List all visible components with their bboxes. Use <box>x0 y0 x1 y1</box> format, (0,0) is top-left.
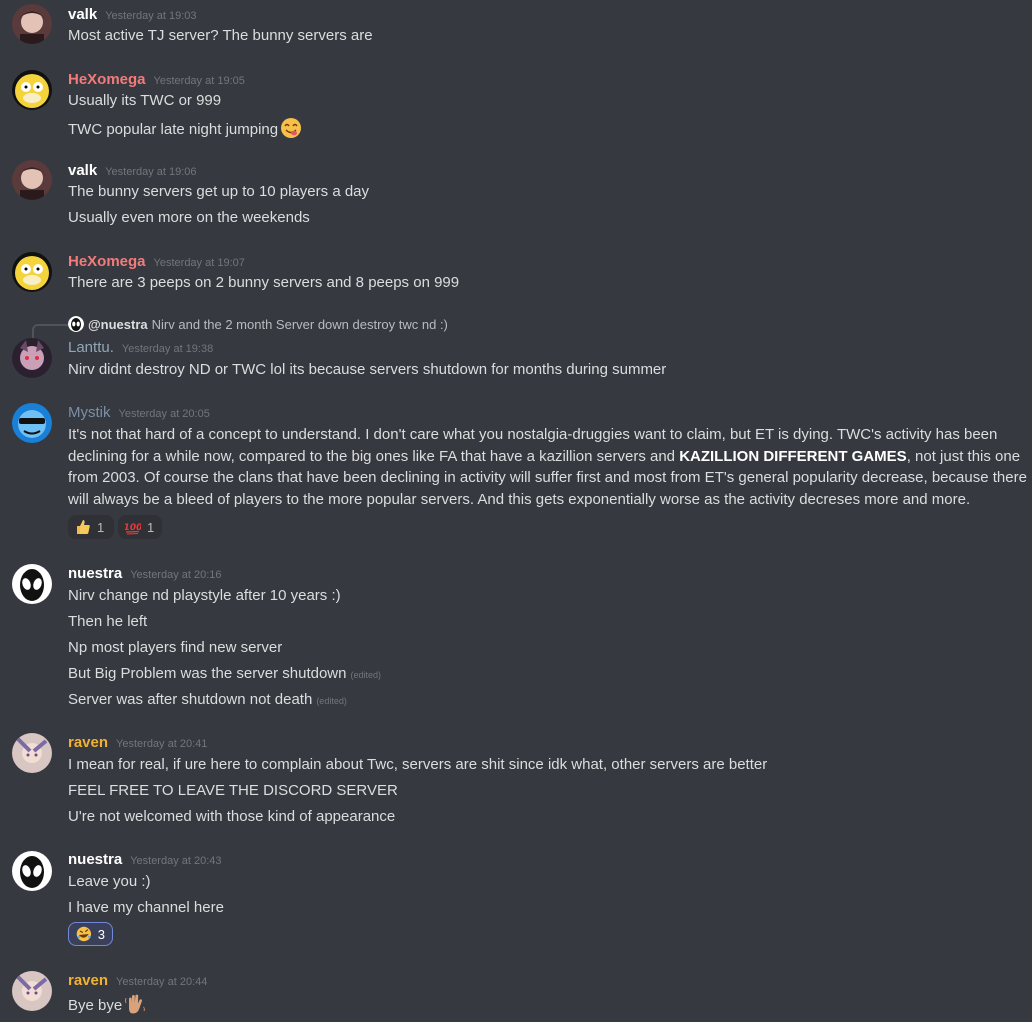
timestamp: Yesterday at 20:41 <box>116 738 208 750</box>
message-text: I have my channel here <box>68 899 224 916</box>
reply-preview[interactable]: @nuestra Nirv and the 2 month Server dow… <box>68 316 448 332</box>
hundred-points-icon: 100 <box>125 523 141 535</box>
reaction-thumbs-up[interactable]: 1 <box>68 515 114 539</box>
message-header: nuestra Yesterday at 20:16 <box>68 565 222 583</box>
timestamp: Yesterday at 20:05 <box>118 408 210 420</box>
edited-label: (edited) <box>350 670 381 680</box>
username[interactable]: valk <box>68 6 97 23</box>
timestamp: Yesterday at 19:07 <box>153 257 245 269</box>
message-text: It's not that hard of a concept to under… <box>68 424 1028 511</box>
message-text: FEEL FREE TO LEAVE THE DISCORD SERVER <box>68 782 398 799</box>
reply-connector <box>32 324 68 340</box>
username[interactable]: HeXomega <box>68 253 146 270</box>
message-text: Then he left <box>68 613 148 630</box>
message-text: TWC popular late night jumping <box>68 117 302 140</box>
message-text: I mean for real, if ure here to complain… <box>68 756 768 773</box>
message-text: Leave you :) <box>68 873 151 890</box>
message-text: Server was after shutdown not death (edit… <box>68 690 347 711</box>
message-text: Usually its TWC or 999 <box>68 92 222 109</box>
timestamp: Yesterday at 19:05 <box>153 75 245 87</box>
bold-text: KAZILLION DIFFERENT GAMES <box>679 447 907 465</box>
message-text: Np most players find new server <box>68 639 283 656</box>
avatar[interactable] <box>12 252 52 292</box>
timestamp: Yesterday at 19:06 <box>105 166 197 178</box>
message-header: raven Yesterday at 20:41 <box>68 734 207 752</box>
anime-character-avatar-icon <box>12 160 52 200</box>
reply-mention[interactable]: @nuestra <box>88 317 148 332</box>
message-text-content: Server was after shutdown not death <box>68 691 313 708</box>
anime-character-avatar-icon <box>12 4 52 44</box>
username[interactable]: raven <box>68 734 108 751</box>
message-text: U're not welcomed with those kind of app… <box>68 808 396 825</box>
username[interactable]: nuestra <box>68 851 122 868</box>
avatar[interactable] <box>12 70 52 110</box>
chat-message-list: valk Yesterday at 19:03 Most active TJ se… <box>0 0 1032 1022</box>
avatar[interactable] <box>12 160 52 200</box>
reply-text: Nirv and the 2 month Server down destroy… <box>151 316 448 332</box>
psyduck-avatar-icon <box>12 70 52 110</box>
message-text: Bye bye <box>68 993 146 1016</box>
timestamp: Yesterday at 20:16 <box>130 569 222 581</box>
reaction-rolling-laughing[interactable]: 3 <box>68 922 113 946</box>
message-text: Nirv didnt destroy ND or TWC lol its bec… <box>68 361 667 378</box>
username[interactable]: Lanttu. <box>68 339 114 356</box>
message-text: Usually even more on the weekends <box>68 209 310 226</box>
message-text: Most active TJ server? The bunny servers… <box>68 27 373 44</box>
message-header: raven Yesterday at 20:44 <box>68 972 207 990</box>
waving-hand-emoji-icon <box>124 993 146 1015</box>
anime-character-avatar-icon <box>12 971 52 1011</box>
avatar[interactable] <box>12 971 52 1011</box>
message-header: Mystik Yesterday at 20:05 <box>68 404 210 422</box>
reaction-count: 3 <box>97 926 105 942</box>
rolling-laughing-icon <box>76 926 92 942</box>
cool-face-sunglasses-avatar-icon <box>12 403 52 443</box>
timestamp: Yesterday at 20:43 <box>130 855 222 867</box>
message-text: But Big Problem was the server shutdown(… <box>68 664 381 685</box>
username[interactable]: nuestra <box>68 565 122 582</box>
alien-avatar-icon <box>12 851 52 891</box>
message-text: The bunny servers get up to 10 players a… <box>68 183 370 200</box>
timestamp: Yesterday at 19:03 <box>105 10 197 22</box>
message-header: nuestra Yesterday at 20:43 <box>68 851 222 869</box>
yum-face-emoji-icon <box>280 117 302 139</box>
reaction-hundred-points[interactable]: 100 1 <box>118 515 162 539</box>
avatar[interactable] <box>12 4 52 44</box>
username[interactable]: HeXomega <box>68 71 146 88</box>
anime-character-avatar-icon <box>12 733 52 773</box>
message-header: HeXomega Yesterday at 19:05 <box>68 71 245 89</box>
message-header: HeXomega Yesterday at 19:07 <box>68 253 245 271</box>
message-header: Lanttu. Yesterday at 19:38 <box>68 339 213 357</box>
username[interactable]: raven <box>68 972 108 989</box>
message-text: Nirv change nd playstyle after 10 years … <box>68 587 341 604</box>
message-text: There are 3 peeps on 2 bunny servers and… <box>68 274 460 291</box>
reaction-count: 1 <box>147 519 155 535</box>
username[interactable]: valk <box>68 162 97 179</box>
message-header: valk Yesterday at 19:03 <box>68 6 197 24</box>
avatar[interactable] <box>12 733 52 773</box>
alien-avatar-icon <box>12 564 52 604</box>
anime-character-avatar-icon <box>12 338 52 378</box>
alien-avatar-icon <box>68 316 84 332</box>
message-header: valk Yesterday at 19:06 <box>68 162 197 180</box>
message-text-content: But Big Problem was the server shutdown <box>68 665 347 682</box>
avatar[interactable] <box>12 338 52 378</box>
edited-label: (edited) <box>316 696 347 706</box>
reaction-count: 1 <box>97 519 105 535</box>
avatar[interactable] <box>12 564 52 604</box>
username[interactable]: Mystik <box>68 404 111 421</box>
psyduck-avatar-icon <box>12 252 52 292</box>
avatar[interactable] <box>12 403 52 443</box>
message-text-content: TWC popular late night jumping <box>68 121 279 138</box>
timestamp: Yesterday at 20:44 <box>116 976 208 988</box>
timestamp: Yesterday at 19:38 <box>121 343 214 355</box>
thumbs-up-icon <box>77 520 90 534</box>
message-text-content: Bye bye <box>68 997 123 1014</box>
avatar[interactable] <box>12 851 52 891</box>
